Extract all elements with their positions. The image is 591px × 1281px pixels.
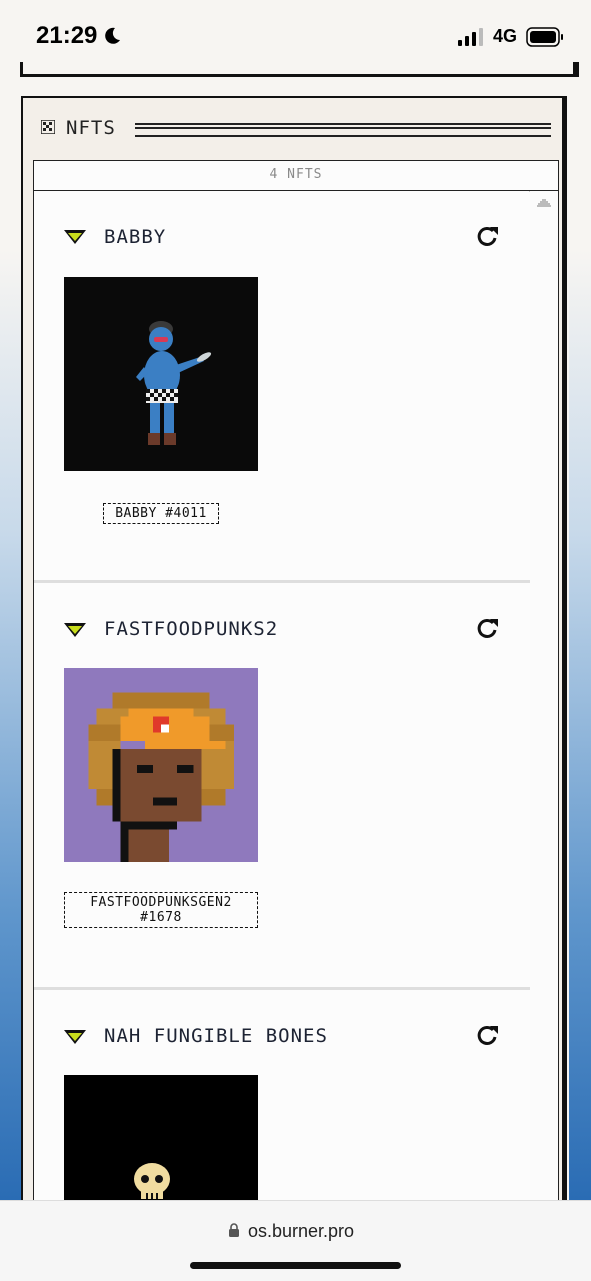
grid-icon xyxy=(41,120,55,134)
collection-name[interactable]: NAH FUNGIBLE BONES xyxy=(104,1025,328,1047)
refresh-icon[interactable] xyxy=(476,1024,498,1046)
collapse-arrow-icon[interactable] xyxy=(64,623,86,637)
window-titlebar[interactable]: NFTS xyxy=(23,98,562,160)
collection-nah-fungible-bones: NAH FUNGIBLE BONES xyxy=(34,990,530,1221)
collection-fastfoodpunks2: FASTFOODPUNKS2 FASTFOODPUNKSGEN2 #1678 xyxy=(34,583,530,987)
nft-label[interactable]: FASTFOODPUNKSGEN2 #1678 xyxy=(64,892,258,928)
collapse-arrow-icon[interactable] xyxy=(64,1030,86,1044)
home-indicator[interactable] xyxy=(190,1262,401,1269)
network-label: 4G xyxy=(493,26,518,46)
scroll-up-icon[interactable] xyxy=(537,199,551,209)
collection-name[interactable]: BABBY xyxy=(104,226,166,248)
nft-count: 4 NFTS xyxy=(34,161,558,191)
battery-icon xyxy=(526,27,563,47)
content-frame: 4 NFTS BABBY BABBY #4011 FASTFOODPUNKS2 … xyxy=(33,160,559,1221)
collection-babby: BABBY BABBY #4011 xyxy=(34,192,530,580)
url-address[interactable]: os.burner.pro xyxy=(248,1221,354,1242)
punk-pixel-art xyxy=(88,692,234,862)
refresh-icon[interactable] xyxy=(476,617,498,639)
signal-icon xyxy=(458,28,483,46)
browser-bottom-bar: os.burner.pro xyxy=(0,1200,591,1281)
scrollbar[interactable] xyxy=(529,191,558,1221)
background-gradient-right xyxy=(569,250,591,1200)
background-gradient-left xyxy=(0,250,22,1200)
previous-window-edge xyxy=(20,62,579,77)
nft-image-fastfoodpunksgen2-1678[interactable] xyxy=(64,668,258,862)
nft-label[interactable]: BABBY #4011 xyxy=(103,503,219,524)
nfts-window: NFTS 4 NFTS BABBY BABBY #4011 FASTFOODPU… xyxy=(21,96,567,1221)
refresh-icon[interactable] xyxy=(476,225,498,247)
moon-icon xyxy=(105,27,120,44)
collapse-arrow-icon[interactable] xyxy=(64,230,86,244)
collection-name[interactable]: FASTFOODPUNKS2 xyxy=(104,618,278,640)
title-stripes xyxy=(135,123,551,137)
nft-image-babby-4011[interactable] xyxy=(64,277,258,471)
window-title: NFTS xyxy=(66,117,116,139)
status-time: 21:29 xyxy=(36,22,98,49)
babby-figure-art xyxy=(136,321,212,445)
lock-icon xyxy=(229,1223,239,1237)
